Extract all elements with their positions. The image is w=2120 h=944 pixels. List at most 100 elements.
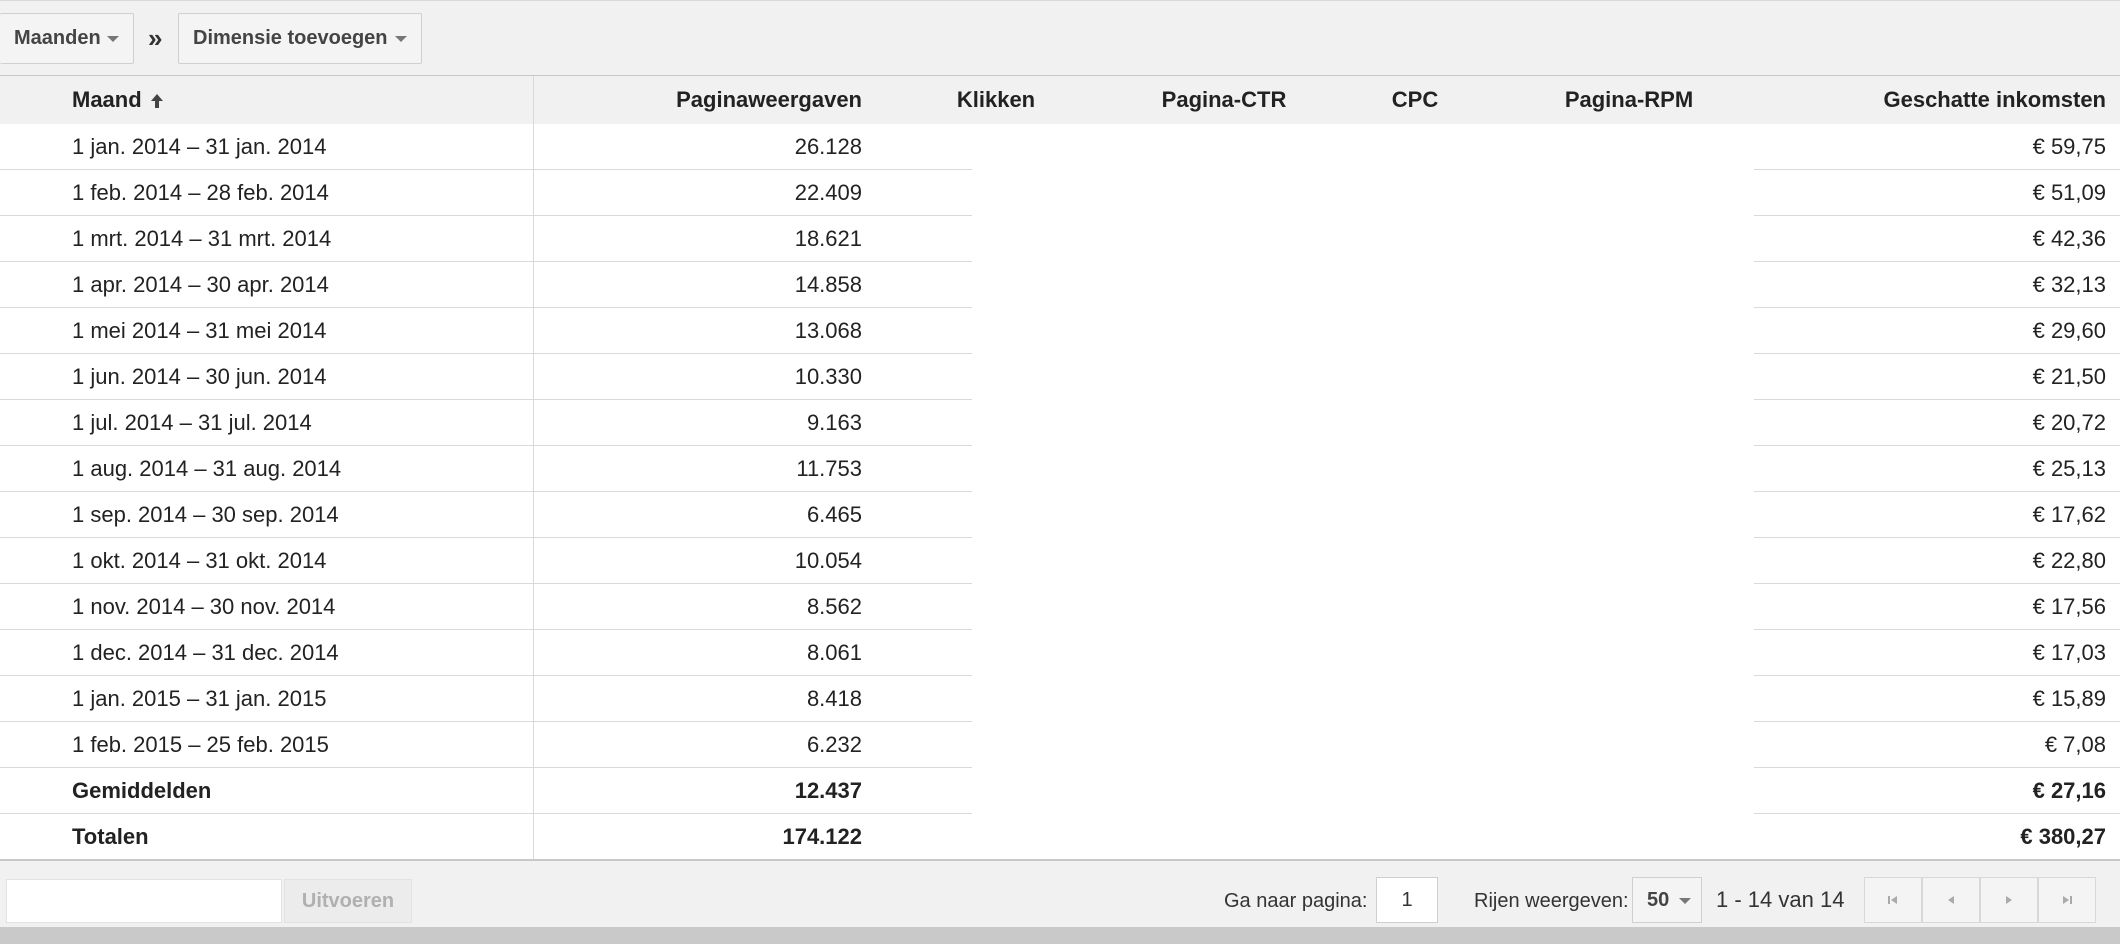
totals-row: Totalen 174.122 € 380,27 [0,814,2120,860]
cell-maand: 1 feb. 2015 – 25 feb. 2015 [72,732,329,757]
table-row: 1 feb. 2015 – 25 feb. 2015 6.232 € 7,08 [0,722,2120,768]
dimension-dropdown-label: Maanden [14,27,101,49]
dimension-dropdown[interactable]: Maanden [0,13,134,64]
cell-paginaweergaven: 14.858 [794,272,862,297]
column-header-label: Maand [72,87,142,112]
cell-geschatte-inkomsten: € 51,09 [2032,180,2106,205]
goto-page-label: Ga naar pagina: [1224,890,1368,912]
cell-paginaweergaven: 10.330 [794,364,862,389]
cell-paginaweergaven: 8.061 [806,640,862,665]
next-page-button[interactable] [1980,877,2038,923]
chevron-down-icon [395,36,407,42]
cell-paginaweergaven: 12.437 [794,778,862,803]
cell-geschatte-inkomsten: € 29,60 [2032,318,2106,343]
averages-row: Gemiddelden 12.437 € 27,16 [0,768,2120,814]
table-row: 1 jan. 2014 – 31 jan. 2014 26.128 € 59,75 [0,124,2120,170]
cell-geschatte-inkomsten: € 380,27 [2020,824,2106,849]
cell-geschatte-inkomsten: € 42,36 [2032,226,2106,251]
cell-paginaweergaven: 26.128 [794,134,862,159]
cell-maand: Gemiddelden [72,778,212,803]
cell-paginaweergaven: 6.465 [806,502,862,527]
column-header-pagina-ctr[interactable]: Pagina-CTR [1120,76,1328,124]
add-dimension-dropdown[interactable]: Dimensie toevoegen [178,13,422,64]
cell-paginaweergaven: 8.562 [806,594,862,619]
bottom-strip [0,927,2120,944]
cell-geschatte-inkomsten: € 22,80 [2032,548,2106,573]
sort-ascending-icon[interactable] [150,93,164,109]
cell-maand: 1 jan. 2015 – 31 jan. 2015 [72,686,327,711]
cell-paginaweergaven: 8.418 [806,686,862,711]
cell-geschatte-inkomsten: € 17,56 [2032,594,2106,619]
last-page-icon [2063,896,2072,904]
column-header-klikken[interactable]: Klikken [918,76,1074,124]
run-button[interactable]: Uitvoeren [284,879,412,923]
table-row: 1 mei 2014 – 31 mei 2014 13.068 € 29,60 [0,308,2120,354]
cell-maand: Totalen [72,824,149,849]
column-header-geschatte-inkomsten[interactable]: Geschatte inkomsten [1780,76,2106,124]
table-row: 1 nov. 2014 – 30 nov. 2014 8.562 € 17,56 [0,584,2120,630]
cell-geschatte-inkomsten: € 17,03 [2032,640,2106,665]
cell-maand: 1 feb. 2014 – 28 feb. 2014 [72,180,329,205]
first-page-icon [1888,896,1897,904]
cell-maand: 1 jul. 2014 – 31 jul. 2014 [72,410,312,435]
cell-geschatte-inkomsten: € 21,50 [2032,364,2106,389]
table-header: Maand Paginaweergaven Klikken Pagina-CTR… [0,76,2120,124]
rows-per-page-value: 50 [1647,889,1670,911]
cell-paginaweergaven: 10.054 [794,548,862,573]
cell-maand: 1 dec. 2014 – 31 dec. 2014 [72,640,339,665]
toolbar: Maanden » Dimensie toevoegen [0,0,2120,76]
prev-page-button[interactable] [1922,877,1980,923]
table-row: 1 apr. 2014 – 30 apr. 2014 14.858 € 32,13 [0,262,2120,308]
page-number-input[interactable]: 1 [1376,877,1438,923]
cell-geschatte-inkomsten: € 15,89 [2032,686,2106,711]
table-row: 1 feb. 2014 – 28 feb. 2014 22.409 € 51,09 [0,170,2120,216]
pagination-range: 1 - 14 van 14 [1716,887,1845,912]
next-page-icon [2006,896,2012,904]
cell-geschatte-inkomsten: € 17,62 [2032,502,2106,527]
cell-paginaweergaven: 18.621 [794,226,862,251]
cell-maand: 1 okt. 2014 – 31 okt. 2014 [72,548,327,573]
column-header-maand[interactable]: Maand [72,76,142,124]
cell-maand: 1 mrt. 2014 – 31 mrt. 2014 [72,226,332,251]
cell-paginaweergaven: 6.232 [806,732,862,757]
cell-geschatte-inkomsten: € 32,13 [2032,272,2106,297]
rows-per-page-label: Rijen weergeven: [1474,890,1629,912]
cell-geschatte-inkomsten: € 59,75 [2032,134,2106,159]
prev-page-icon [1948,896,1954,904]
cell-geschatte-inkomsten: € 20,72 [2032,410,2106,435]
filter-input[interactable] [6,879,282,923]
cell-geschatte-inkomsten: € 7,08 [2044,732,2106,757]
add-dimension-label: Dimensie toevoegen [193,27,388,49]
column-header-cpc[interactable]: CPC [1360,76,1470,124]
table-row: 1 sep. 2014 – 30 sep. 2014 6.465 € 17,62 [0,492,2120,538]
column-header-paginaweergaven[interactable]: Paginaweergaven [560,76,862,124]
table-row: 1 okt. 2014 – 31 okt. 2014 10.054 € 22,80 [0,538,2120,584]
cell-paginaweergaven: 9.163 [806,410,862,435]
cell-maand: 1 mei 2014 – 31 mei 2014 [72,318,327,343]
cell-geschatte-inkomsten: € 27,16 [2032,778,2106,803]
table-row: 1 aug. 2014 – 31 aug. 2014 11.753 € 25,13 [0,446,2120,492]
table-row: 1 jan. 2015 – 31 jan. 2015 8.418 € 15,89 [0,676,2120,722]
last-page-button[interactable] [2038,877,2096,923]
table-row: 1 jun. 2014 – 30 jun. 2014 10.330 € 21,50 [0,354,2120,400]
chevron-down-icon [1679,898,1691,904]
breadcrumb-separator: » [148,23,163,53]
run-button-label: Uitvoeren [301,889,395,912]
rows-per-page-select[interactable]: 50 [1632,877,1702,923]
cell-paginaweergaven: 11.753 [796,456,862,481]
table-row: 1 dec. 2014 – 31 dec. 2014 8.061 € 17,03 [0,630,2120,676]
first-page-button[interactable] [1864,877,1922,923]
cell-paginaweergaven: 22.409 [794,180,862,205]
column-header-pagina-rpm[interactable]: Pagina-RPM [1534,76,1724,124]
cell-maand: 1 jun. 2014 – 30 jun. 2014 [72,364,327,389]
cell-maand: 1 nov. 2014 – 30 nov. 2014 [72,594,336,619]
cell-geschatte-inkomsten: € 25,13 [2032,456,2106,481]
cell-maand: 1 sep. 2014 – 30 sep. 2014 [72,502,339,527]
cell-paginaweergaven: 174.122 [782,824,862,849]
table-row: 1 jul. 2014 – 31 jul. 2014 9.163 € 20,72 [0,400,2120,446]
table-row: 1 mrt. 2014 – 31 mrt. 2014 18.621 € 42,36 [0,216,2120,262]
cell-maand: 1 apr. 2014 – 30 apr. 2014 [72,272,329,297]
chevron-down-icon [107,36,119,42]
cell-maand: 1 aug. 2014 – 31 aug. 2014 [72,456,342,481]
cell-paginaweergaven: 13.068 [794,318,862,343]
